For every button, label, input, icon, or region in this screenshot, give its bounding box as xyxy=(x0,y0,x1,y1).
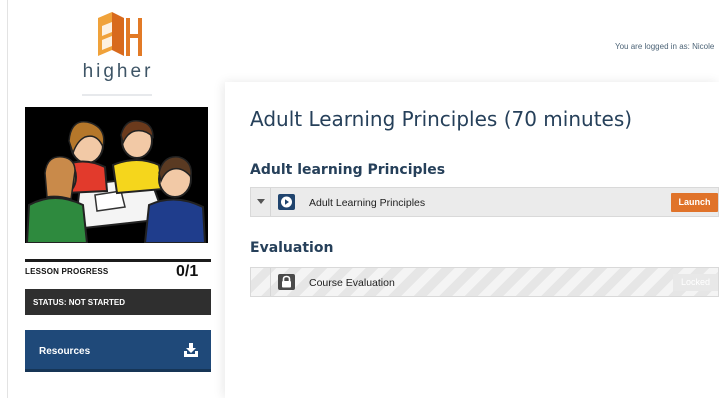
logo-mark-icon xyxy=(88,10,148,58)
login-status: You are logged in as: Nicole xyxy=(615,42,715,51)
logo-underline xyxy=(82,94,152,96)
lock-icon xyxy=(278,274,295,290)
brand-wordmark: higher xyxy=(82,61,154,82)
caret-down-icon[interactable] xyxy=(257,199,265,204)
lesson-row-adult-learning[interactable]: Adult Learning Principles Launch xyxy=(250,187,719,217)
lesson-progress-bar xyxy=(25,259,211,262)
launch-button[interactable]: Launch xyxy=(671,193,718,212)
section-heading-evaluation: Evaluation xyxy=(250,240,334,256)
play-icon xyxy=(278,194,295,210)
lesson-hero-image xyxy=(25,107,208,243)
lesson-title: Adult Learning Principles xyxy=(309,197,426,209)
resources-button[interactable]: Resources xyxy=(25,330,211,372)
locked-badge: Locked xyxy=(673,274,718,291)
resources-label: Resources xyxy=(39,346,91,357)
page-title: Adult Learning Principles (70 minutes) xyxy=(250,107,633,131)
lesson-progress-label: LESSON PROGRESS xyxy=(25,267,109,276)
section-heading-adult-learning: Adult learning Principles xyxy=(250,162,446,178)
page-left-border xyxy=(7,0,8,398)
evaluation-title: Course Evaluation xyxy=(309,277,395,289)
brand-logo[interactable]: higher xyxy=(68,10,168,83)
download-icon xyxy=(183,342,199,358)
status-badge: STATUS: NOT STARTED xyxy=(25,289,211,315)
row-spacer xyxy=(251,268,271,296)
row-expander[interactable] xyxy=(251,188,271,216)
lesson-progress-count: 0/1 xyxy=(176,263,199,280)
lesson-row-course-evaluation: Course Evaluation Locked xyxy=(250,267,719,297)
